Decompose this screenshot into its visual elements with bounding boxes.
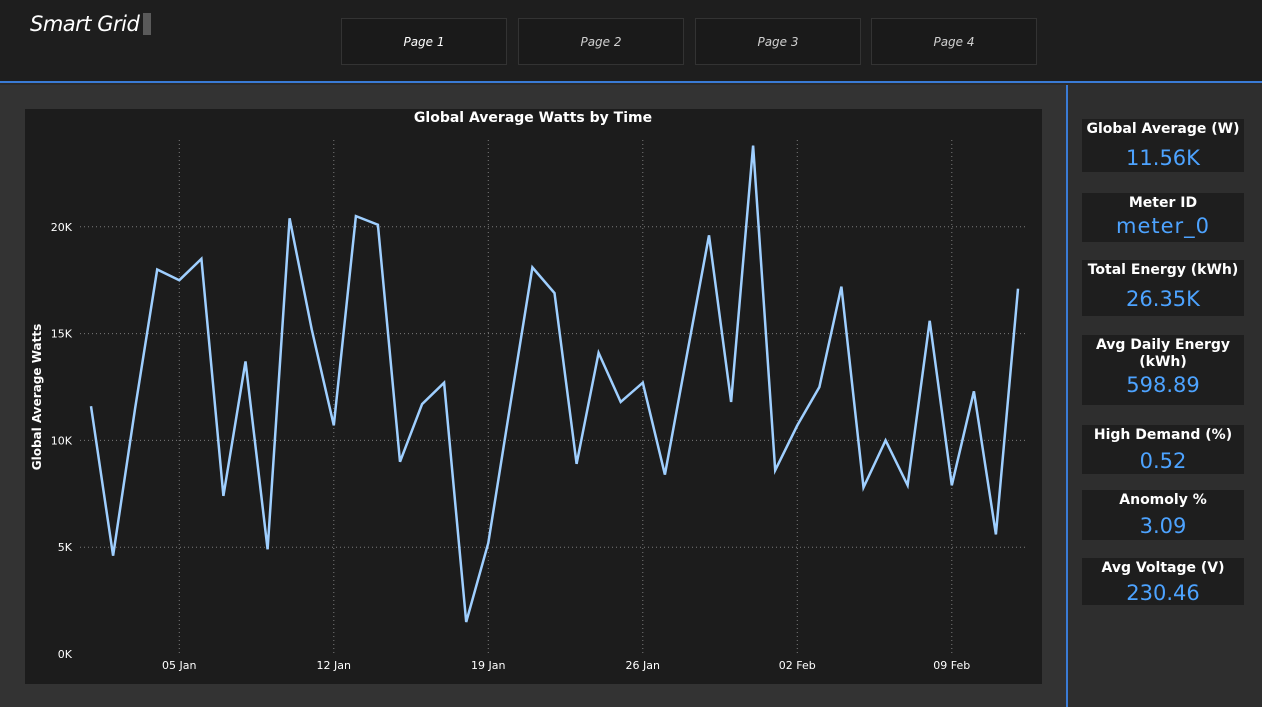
y-tick-label: 10K — [51, 434, 73, 447]
data-point[interactable] — [287, 215, 293, 221]
x-tick-label: 12 Jan — [317, 659, 351, 672]
data-point[interactable] — [463, 619, 469, 625]
data-point[interactable] — [220, 493, 226, 499]
x-tick-label: 02 Feb — [779, 659, 816, 672]
kpi-label: Anomoly % — [1119, 492, 1207, 508]
data-point[interactable] — [265, 546, 271, 552]
data-point[interactable] — [485, 540, 491, 546]
kpi-label: High Demand (%) — [1093, 427, 1233, 443]
kpi-label: Meter ID — [1128, 195, 1198, 211]
kpi-value: 11.56K — [1126, 146, 1200, 170]
data-point[interactable] — [927, 318, 933, 324]
kpi-avg-daily-energy: Avg Daily Energy (kWh) 598.89 — [1082, 335, 1244, 405]
data-point[interactable] — [198, 256, 204, 262]
data-point[interactable] — [397, 459, 403, 465]
data-point[interactable] — [883, 437, 889, 443]
data-point[interactable] — [331, 422, 337, 428]
line-chart[interactable]: 0K 5K 10K 15K 20K 05 Jan 12 Jan 19 Jan 26 Jan 02 … — [0, 0, 1262, 707]
kpi-meter-id: Meter ID meter_0 — [1082, 193, 1244, 242]
data-point[interactable] — [640, 380, 646, 386]
data-point[interactable] — [750, 143, 756, 149]
data-point[interactable] — [596, 350, 602, 356]
data-point[interactable] — [905, 482, 911, 488]
kpi-label: Global Average (W) — [1086, 121, 1240, 137]
data-point[interactable] — [353, 213, 359, 219]
data-point[interactable] — [88, 403, 94, 409]
kpi-value: 230.46 — [1126, 581, 1200, 605]
x-tick-label: 26 Jan — [626, 659, 660, 672]
kpi-label: Avg Daily Energy (kWh) — [1095, 337, 1231, 370]
data-point[interactable] — [816, 384, 822, 390]
data-point[interactable] — [706, 232, 712, 238]
y-tick-label: 20K — [51, 221, 73, 234]
data-point[interactable] — [662, 472, 668, 478]
kpi-value: 598.89 — [1126, 373, 1200, 397]
data-point[interactable] — [176, 277, 182, 283]
y-tick-label: 15K — [51, 328, 73, 341]
data-point[interactable] — [507, 401, 513, 407]
data-point[interactable] — [375, 222, 381, 228]
data-point[interactable] — [441, 380, 447, 386]
x-tick-label: 05 Jan — [162, 659, 196, 672]
data-point[interactable] — [971, 388, 977, 394]
data-point[interactable] — [772, 467, 778, 473]
series-layer — [88, 143, 1021, 625]
kpi-value: meter_0 — [1115, 214, 1211, 238]
data-point[interactable] — [838, 284, 844, 290]
y-tick-label: 0K — [58, 648, 73, 661]
x-tick-label: 09 Feb — [933, 659, 970, 672]
kpi-value: 0.52 — [1139, 449, 1187, 473]
kpi-high-demand: High Demand (%) 0.52 — [1082, 425, 1244, 474]
kpi-label: Total Energy (kWh) — [1087, 262, 1239, 278]
data-point[interactable] — [794, 422, 800, 428]
kpi-total-energy: Total Energy (kWh) 26.35K — [1082, 260, 1244, 316]
tick-label-layer: 0K 5K 10K 15K 20K 05 Jan 12 Jan 19 Jan 26 Jan 02 … — [51, 221, 970, 672]
data-point[interactable] — [243, 358, 249, 364]
kpi-value: 3.09 — [1139, 514, 1187, 538]
data-point[interactable] — [419, 401, 425, 407]
y-tick-label: 5K — [58, 541, 73, 554]
data-point[interactable] — [684, 352, 690, 358]
data-point[interactable] — [574, 461, 580, 467]
kpi-value: 26.35K — [1126, 287, 1200, 311]
data-point[interactable] — [552, 290, 558, 296]
kpi-global-average: Global Average (W) 11.56K — [1082, 119, 1244, 172]
data-point[interactable] — [1015, 286, 1021, 292]
data-point[interactable] — [154, 267, 160, 273]
data-point[interactable] — [618, 399, 624, 405]
data-point[interactable] — [110, 553, 116, 559]
grid-layer — [80, 140, 1025, 654]
data-point[interactable] — [728, 399, 734, 405]
data-point[interactable] — [861, 484, 867, 490]
kpi-label: Avg Voltage (V) — [1101, 560, 1225, 576]
data-point[interactable] — [309, 326, 315, 332]
kpi-anomaly: Anomoly % 3.09 — [1082, 490, 1244, 540]
data-point[interactable] — [993, 531, 999, 537]
data-point[interactable] — [529, 264, 535, 270]
kpi-avg-voltage: Avg Voltage (V) 230.46 — [1082, 558, 1244, 605]
x-tick-label: 19 Jan — [471, 659, 505, 672]
series-line — [89, 145, 1020, 623]
data-point[interactable] — [949, 482, 955, 488]
data-point[interactable] — [132, 405, 138, 411]
